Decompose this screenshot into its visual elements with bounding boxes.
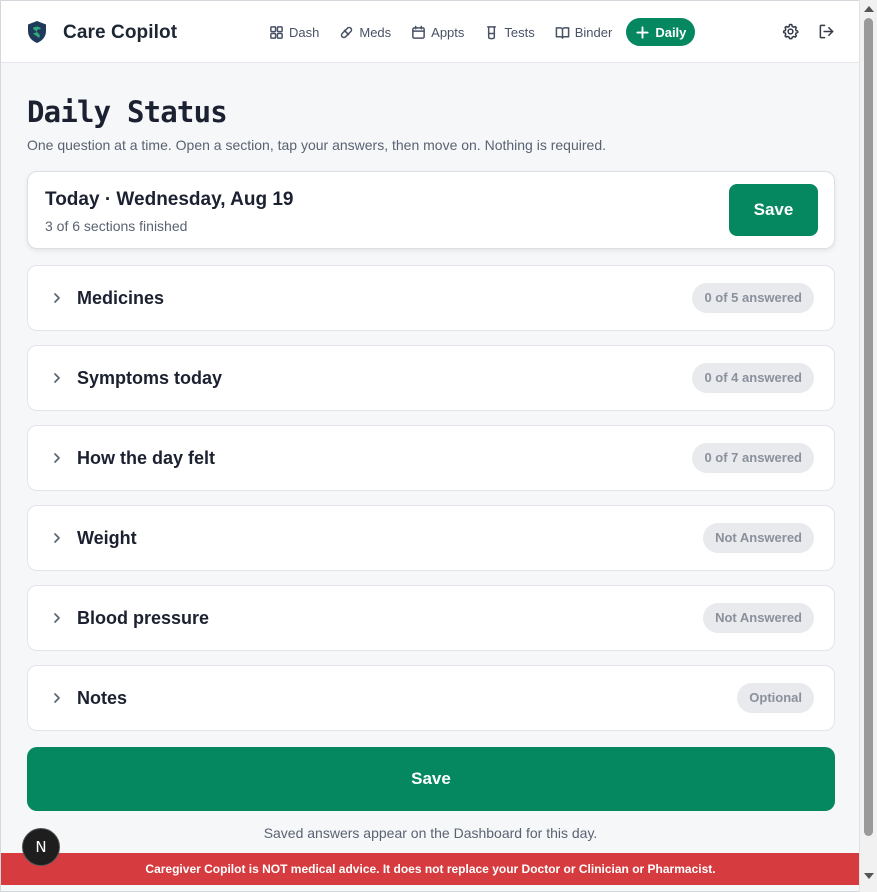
status-badge: Not Answered (703, 523, 814, 553)
nav-binder-label: Binder (574, 24, 613, 40)
section-day-felt[interactable]: How the day felt 0 of 7 answered (27, 425, 835, 491)
grid-icon (270, 25, 283, 39)
section-symptoms[interactable]: Symptoms today 0 of 4 answered (27, 345, 835, 411)
nav-tests-label: Tests (504, 24, 535, 40)
chevron-right-icon (54, 613, 60, 623)
scrollbar[interactable] (859, 0, 877, 892)
nav-appts-label: Appts (431, 24, 465, 40)
status-badge: 0 of 5 answered (692, 283, 814, 313)
test-tube-icon (487, 25, 497, 39)
dev-tools-badge[interactable]: N (22, 828, 60, 866)
section-weight[interactable]: Weight Not Answered (27, 505, 835, 571)
save-button-top[interactable]: Save (729, 184, 818, 236)
status-badge: Not Answered (703, 603, 814, 633)
nav-binder[interactable]: Binder (549, 18, 619, 46)
save-button-bottom[interactable]: Save (27, 747, 835, 811)
section-label: Medicines (77, 288, 165, 308)
brand-name[interactable]: Care Copilot (63, 22, 177, 44)
logout-icon[interactable] (818, 23, 835, 40)
section-label: Symptoms today (77, 368, 223, 388)
page-title: Daily Status (27, 95, 228, 129)
today-card: Today · Wednesday, Aug 19 3 of 6 section… (27, 171, 835, 249)
section-blood-pressure[interactable]: Blood pressure Not Answered (27, 585, 835, 651)
page-subtitle: One question at a time. Open a section, … (27, 137, 606, 153)
calendar-icon (412, 25, 426, 39)
section-medicines[interactable]: Medicines 0 of 5 answered (27, 265, 835, 331)
status-badge: Optional (737, 683, 814, 713)
book-icon (555, 26, 570, 39)
nav-daily[interactable]: Daily (626, 18, 696, 46)
today-date-title: Today · Wednesday, Aug 19 (45, 189, 294, 210)
nav-meds-label: Meds (359, 24, 392, 40)
section-label: Notes (77, 688, 128, 708)
plus-icon (636, 25, 649, 39)
chevron-right-icon (54, 533, 60, 543)
section-label: How the day felt (77, 448, 216, 468)
nav-meds[interactable]: Meds (333, 18, 397, 46)
section-notes[interactable]: Notes Optional (27, 665, 835, 731)
chevron-right-icon (54, 293, 60, 303)
chevron-right-icon (54, 453, 60, 463)
nav-appts[interactable]: Appts (405, 18, 470, 46)
app-frame: Care Copilot Dash Meds Appts Tests Binde… (0, 0, 859, 892)
main-nav: Dash Meds Appts Tests Binder Daily (263, 18, 696, 46)
scroll-thumb[interactable] (864, 18, 873, 836)
status-badge: 0 of 7 answered (692, 443, 814, 473)
section-label: Blood pressure (77, 608, 210, 628)
scroll-up-arrow-icon[interactable] (864, 6, 874, 12)
nav-dash[interactable]: Dash (263, 18, 325, 46)
save-footnote: Saved answers appear on the Dashboard fo… (263, 825, 598, 841)
pill-icon (341, 26, 353, 38)
chevron-right-icon (54, 693, 60, 703)
gear-icon[interactable] (782, 23, 799, 40)
nav-daily-label: Daily (655, 24, 687, 40)
status-badge: 0 of 4 answered (692, 363, 814, 393)
chevron-right-icon (54, 373, 60, 383)
sections-progress: 3 of 6 sections finished (45, 218, 188, 234)
medical-disclaimer-banner: Caregiver Copilot is NOT medical advice.… (1, 853, 859, 885)
scroll-down-arrow-icon[interactable] (864, 873, 874, 879)
nav-tests[interactable]: Tests (478, 18, 540, 46)
shield-logo-icon[interactable] (26, 20, 48, 44)
nav-dash-label: Dash (289, 24, 320, 40)
top-header: Care Copilot Dash Meds Appts Tests Binde… (1, 1, 859, 63)
section-label: Weight (77, 528, 137, 548)
